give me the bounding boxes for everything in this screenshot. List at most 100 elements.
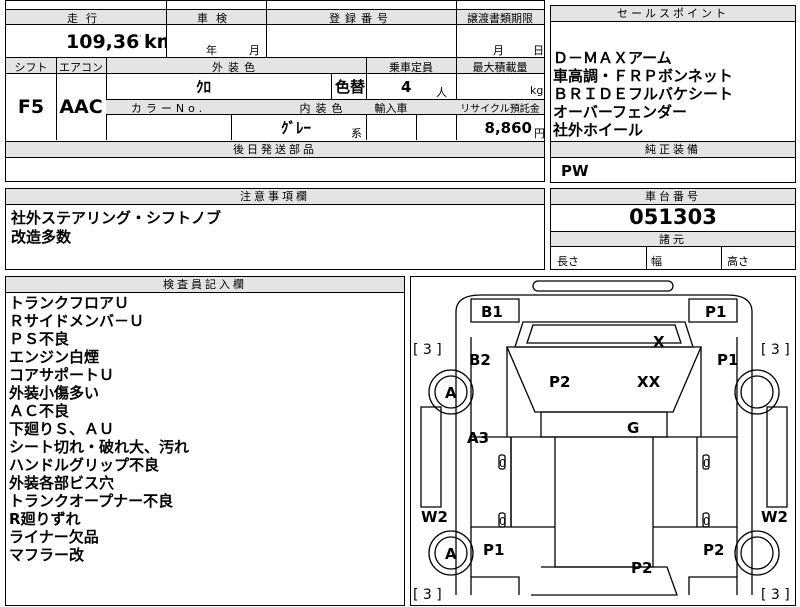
import-label: 輸入車 [374, 102, 408, 115]
windshield [506, 346, 702, 413]
notes-line: 改造多数 [11, 228, 72, 246]
inspector-line: 外装小傷多い [9, 384, 100, 402]
rear-glass [531, 566, 678, 596]
max-load-label: 最大積載量 [472, 61, 528, 74]
capacity-label: 乗車定員 [389, 61, 433, 74]
color-no-label: カラーNo. [130, 102, 207, 115]
inspector-line: トランクフロアＵ [9, 294, 130, 312]
spec-panel: シフト エアコン 外装色 乗車定員 最大積載量 F5 AAC ｸﾛ 色替 4 人… [5, 58, 545, 142]
roof-front [540, 411, 668, 438]
mark-a3: A3 [467, 429, 489, 447]
zero-mark: 0 [499, 515, 506, 528]
transfer-day-unit: 日 [533, 44, 544, 57]
width-label: 幅 [651, 255, 662, 268]
exterior-color-label: 外装色 [212, 61, 260, 74]
aircon-value: AAC [59, 96, 103, 118]
tread-label: [ 3 ] [761, 342, 790, 358]
sales-points-label: セールスポイント [551, 6, 795, 22]
mark-w2-right: W2 [761, 508, 788, 526]
exterior-color-value: ｸﾛ [196, 78, 212, 96]
tread-label: [ 3 ] [761, 587, 790, 603]
inspector-line: コアサポートＵ [9, 366, 115, 384]
inspector-line: 下廻りＳ、ＡＵ [9, 420, 115, 438]
mark-p1-rear-left: P1 [483, 541, 504, 559]
mileage-value: 109,367 [66, 31, 141, 53]
recycle-value: 8,860 [484, 119, 532, 137]
mark-g: G [627, 419, 639, 437]
mark-p2-roof: P2 [549, 373, 570, 391]
inspection-label: 車検 [197, 12, 235, 25]
inspection-year-unit: 年 [206, 44, 217, 57]
inspector-label: 検査員記入欄 [6, 277, 404, 293]
mark-x: X [653, 333, 665, 351]
zero-mark: 0 [703, 457, 710, 470]
inspector-panel: 検査員記入欄 トランクフロアＵ Ｒサイドメンバ－Ｕ ＰＳ不良 エンジン白煙 コア… [5, 276, 405, 606]
mark-xx: XX [637, 373, 661, 391]
mileage-label: 走行 [67, 12, 105, 25]
front-bumper [532, 280, 674, 292]
sales-point-line: 車高調・ＦＲＰボンネット [553, 67, 733, 85]
transfer-deadline-label: 譲渡書類期限 [467, 12, 533, 25]
inspector-line: エンジン白煙 [9, 348, 100, 366]
chassis-label: 車台番号 [551, 189, 795, 205]
registration-label: 登録番号 [329, 12, 393, 25]
shift-label: シフト [14, 61, 48, 74]
tread-label: [ 3 ] [413, 342, 442, 358]
tread-label: [ 3 ] [413, 587, 442, 603]
notes-label: 注意事項欄 [6, 189, 544, 205]
capacity-value: 4 [401, 78, 412, 96]
chassis-panel: 車台番号 051303 諸元 長さ 幅 高さ [550, 188, 796, 270]
notes-panel: 注意事項欄 社外ステアリング・シフトノブ 改造多数 [5, 188, 545, 270]
inspector-notes: トランクフロアＵ Ｒサイドメンバ－Ｕ ＰＳ不良 エンジン白煙 コアサポートＵ 外… [9, 294, 399, 564]
right-side-strip [766, 406, 788, 508]
recycle-unit: 円 [534, 127, 545, 140]
mark-b2: B2 [469, 351, 491, 369]
zero-mark: 0 [499, 457, 506, 470]
genuine-equipment-panel: 純正装備 PW [550, 141, 796, 183]
length-label: 長さ [557, 255, 579, 268]
height-label: 高さ [727, 255, 749, 268]
mark-p1-right: P1 [717, 351, 738, 369]
interior-color-value: ｸﾞﾚｰ [281, 119, 312, 137]
header-panel: 走行 車検 登録番号 譲渡書類期限 109,367 km 年 月 月 日 [5, 0, 545, 58]
sales-point-line: Ｄ－ＭＡＸアーム [553, 49, 672, 67]
sales-point-line: オーバーフェンダー [553, 103, 687, 121]
car-diagram-panel: B1 P1 X B2 P1 P2 XX A A3 G W2 W2 A P1 P2… [410, 276, 796, 606]
inspector-line: Ｒサイドメンバ－Ｕ [9, 312, 145, 330]
inspector-line: ＰＳ不良 [9, 330, 70, 348]
transfer-month-unit: 月 [493, 44, 504, 57]
inspector-line: トランクオープナー不良 [9, 492, 174, 510]
genuine-equipment-value: PW [561, 162, 589, 180]
mark-p1-top-right: P1 [705, 303, 726, 321]
inspector-line: R廻りずれ [9, 510, 81, 528]
shift-value: F5 [17, 96, 45, 118]
inspector-line: シート切れ・破れ大、汚れ [9, 438, 190, 456]
aircon-label: エアコン [59, 61, 103, 74]
sales-point-line: ＢＲＩＤＥフルバケシート [553, 85, 734, 103]
roof-panel [554, 436, 654, 568]
sales-points-panel: セールスポイント Ｄ－ＭＡＸアーム 車高調・ＦＲＰボンネット ＢＲＩＤＥフルバケ… [550, 5, 796, 155]
later-parts-label: 後日発送部品 [6, 142, 544, 158]
inspector-line: ライナー欠品 [9, 528, 99, 546]
color-change-label: 色替 [335, 78, 365, 96]
mark-w2-left: W2 [421, 508, 448, 526]
mark-a-left-rear-tire: A [445, 545, 457, 563]
genuine-equipment-label: 純正装備 [551, 142, 795, 158]
inspection-month-unit: 月 [249, 44, 260, 57]
mark-a-left-tire: A [445, 384, 457, 402]
car-diagram: B1 P1 X B2 P1 P2 XX A A3 G W2 W2 A P1 P2… [413, 280, 790, 603]
mark-p2-rear-right: P2 [703, 541, 724, 559]
zero-mark: 0 [703, 515, 710, 528]
later-parts-panel: 後日発送部品 [5, 142, 545, 182]
inspector-line: ハンドルグリップ不良 [9, 456, 160, 474]
recycle-label: リサイクル預託金 [460, 104, 540, 115]
mileage-unit: km [144, 31, 166, 53]
sales-point-line: 社外ホイール [553, 121, 644, 139]
inspector-line: 外装各部ビス穴 [9, 474, 115, 492]
interior-color-suffix: 系 [351, 127, 362, 140]
capacity-unit: 人 [436, 86, 447, 99]
dimensions-label: 諸元 [551, 231, 795, 247]
left-side-strip [420, 406, 442, 508]
max-load-unit: kg [530, 84, 544, 97]
notes-line: 社外ステアリング・シフトノブ [11, 209, 222, 227]
